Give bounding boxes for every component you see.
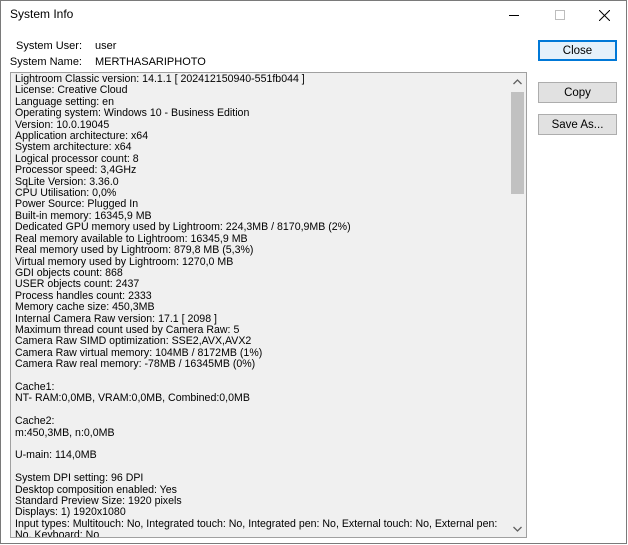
minimize-button[interactable] — [491, 1, 537, 29]
copy-button[interactable]: Copy — [538, 82, 617, 103]
scroll-up-button[interactable] — [509, 73, 526, 90]
maximize-icon — [555, 10, 565, 20]
system-user-value: user — [95, 40, 117, 52]
title-bar[interactable]: System Info — [1, 1, 626, 29]
info-line: m:450,3MB, n:0,0MB — [15, 426, 115, 439]
info-line: U-main: 114,0MB — [15, 449, 97, 462]
chevron-up-icon — [513, 78, 522, 84]
vertical-scrollbar[interactable] — [509, 73, 526, 537]
info-line: Real memory used by Lightroom: 879,8 MB … — [15, 244, 254, 257]
system-info-textbox[interactable]: Lightroom Classic version: 14.1.1 [ 2024… — [10, 72, 527, 538]
system-name-label: System Name: — [9, 56, 82, 68]
info-line: Input types: Multitouch: No, Integrated … — [15, 517, 498, 538]
window-title: System Info — [10, 7, 74, 21]
close-button[interactable]: Close — [538, 40, 617, 61]
info-line: Operating system: Windows 10 - Business … — [15, 107, 250, 120]
info-line: USER objects count: 2437 — [15, 278, 140, 291]
chevron-down-icon — [513, 526, 522, 532]
maximize-button[interactable] — [537, 1, 583, 29]
info-line: NT- RAM:0,0MB, VRAM:0,0MB, Combined:0,0M… — [15, 392, 250, 405]
scroll-thumb[interactable] — [511, 92, 524, 194]
save-as-button[interactable]: Save As... — [538, 114, 617, 135]
info-text: Lightroom Classic version: 14.1.1 [ 2024… — [15, 73, 505, 538]
info-line: Dedicated GPU memory used by Lightroom: … — [15, 221, 351, 234]
system-name-value: MERTHASARIPHOTO — [95, 56, 206, 68]
system-info-window: System Info System User: user System Nam… — [0, 0, 627, 544]
info-line — [15, 405, 505, 416]
info-line — [15, 371, 505, 382]
info-line: Processor speed: 3,4GHz — [15, 164, 137, 177]
minimize-icon — [509, 15, 519, 16]
info-line: System DPI setting: 96 DPI — [15, 472, 144, 485]
info-line: Camera Raw real memory: -78MB / 16345MB … — [15, 358, 256, 371]
close-icon — [598, 9, 610, 21]
info-line: Cache2: — [15, 415, 55, 428]
system-user-label: System User: — [15, 40, 82, 52]
scroll-down-button[interactable] — [509, 520, 526, 537]
info-line: Memory cache size: 450,3MB — [15, 301, 155, 314]
window-close-button[interactable] — [581, 1, 627, 29]
